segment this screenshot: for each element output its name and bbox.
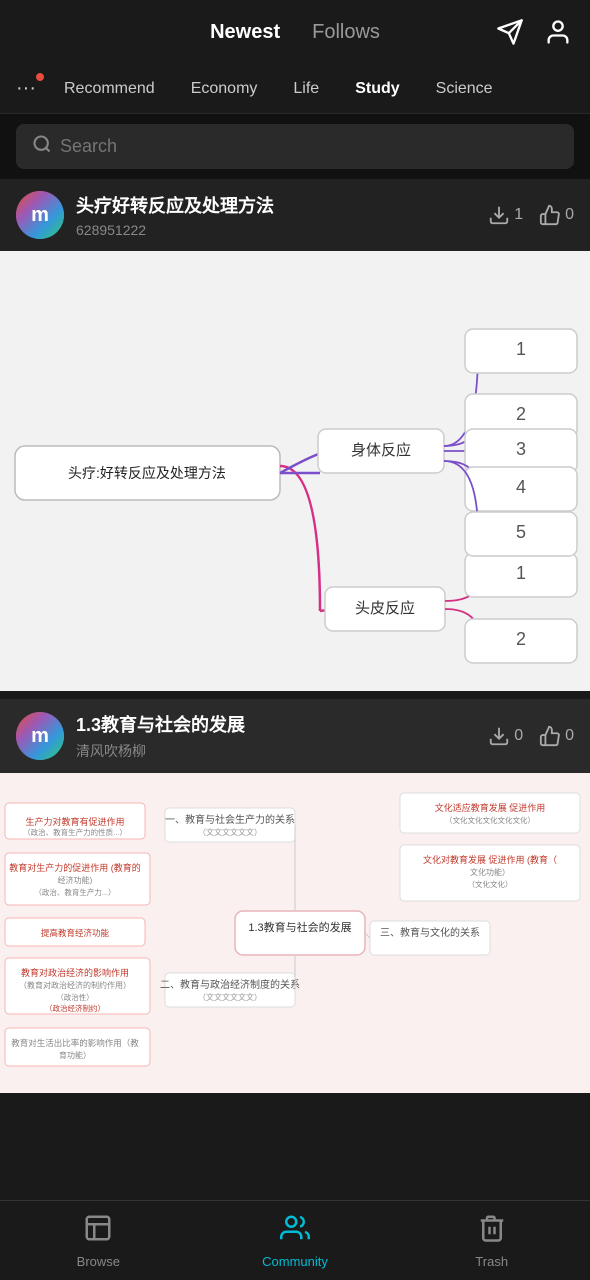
svg-text:（文化文化文化文化文化）: （文化文化文化文化文化） (445, 815, 535, 825)
svg-text:一、教育与社会生产力的关系: 一、教育与社会生产力的关系 (165, 813, 295, 826)
post-1-actions: 1 0 (488, 204, 574, 226)
post-1-author: 628951222 (76, 222, 476, 238)
post-2-download[interactable]: 0 (488, 725, 523, 747)
category-study[interactable]: Study (339, 74, 415, 104)
search-input-wrap[interactable] (16, 124, 574, 169)
category-more-btn[interactable]: ··· (8, 77, 44, 100)
svg-text:三、教育与文化的关系: 三、教育与文化的关系 (380, 926, 480, 939)
search-bar (0, 114, 590, 179)
post-1-meta: 头疗好转反应及处理方法 628951222 (76, 192, 476, 238)
svg-text:头疗:好转反应及处理方法: 头疗:好转反应及处理方法 (68, 465, 226, 481)
notification-dot (36, 73, 44, 81)
post-2-author: 清风吹杨柳 (76, 741, 476, 761)
post-1-like-count: 0 (565, 206, 574, 224)
post-2-actions: 0 0 (488, 725, 574, 747)
svg-text:（政治经济制约）: （政治经济制约） (45, 1003, 105, 1013)
svg-text:1: 1 (516, 339, 526, 359)
header: Newest Follows (0, 0, 590, 64)
post-2-title[interactable]: 1.3教育与社会的发展 (76, 711, 476, 737)
search-input[interactable] (60, 136, 558, 157)
header-tabs: Newest Follows (210, 21, 380, 44)
post-2-header: m 1.3教育与社会的发展 清风吹杨柳 0 0 (0, 699, 590, 773)
svg-text:（政治、教育生产力的性质...）: （政治、教育生产力的性质...） (23, 827, 127, 837)
svg-text:1: 1 (516, 563, 526, 583)
browse-icon (83, 1213, 113, 1250)
post-card-2: m 1.3教育与社会的发展 清风吹杨柳 0 0 (0, 699, 590, 1093)
svg-text:（政治、教育生产力...）: （政治、教育生产力...） (34, 887, 115, 897)
svg-text:文化对教育发展 促进作用 (教育（: 文化对教育发展 促进作用 (教育（ (423, 854, 557, 865)
category-bar: ··· Recommend Economy Life Study Science (0, 64, 590, 114)
svg-text:身体反应: 身体反应 (351, 441, 411, 459)
header-icons (494, 16, 574, 48)
svg-text:提高教育经济功能: 提高教育经济功能 (41, 928, 110, 938)
trash-icon (477, 1213, 507, 1250)
svg-text:生产力对教育有促进作用: 生产力对教育有促进作用 (25, 816, 124, 827)
bottom-nav: Browse Community Trash (0, 1200, 590, 1280)
post-2-meta: 1.3教育与社会的发展 清风吹杨柳 (76, 711, 476, 761)
svg-text:2: 2 (516, 629, 526, 649)
svg-text:头皮反应: 头皮反应 (355, 599, 415, 617)
mindmap-1[interactable]: 头疗:好转反应及处理方法 头皮反应 1 2 头疗:好转反应 (0, 251, 590, 691)
category-science[interactable]: Science (420, 74, 509, 104)
svg-text:m: m (31, 204, 49, 226)
post-1-header: m 头疗好转反应及处理方法 628951222 1 0 (0, 179, 590, 251)
post-1-download[interactable]: 1 (488, 204, 523, 226)
post-1-download-count: 1 (514, 206, 523, 224)
svg-text:文化功能）: 文化功能） (470, 867, 510, 877)
post-2-like-count: 0 (565, 727, 574, 745)
tab-follows[interactable]: Follows (312, 21, 380, 44)
post-2-like[interactable]: 0 (539, 725, 574, 747)
svg-text:教育对生活出比率的影响作用（教: 教育对生活出比率的影响作用（教 (11, 1038, 139, 1048)
svg-text:3: 3 (516, 439, 526, 459)
svg-text:5: 5 (516, 522, 526, 542)
nav-browse-label: Browse (77, 1254, 120, 1269)
svg-text:经济功能): 经济功能) (58, 875, 93, 885)
svg-text:1.3教育与社会的发展: 1.3教育与社会的发展 (248, 920, 351, 934)
post-2-download-count: 0 (514, 727, 523, 745)
category-life[interactable]: Life (277, 74, 335, 104)
nav-community-label: Community (262, 1254, 328, 1269)
svg-text:2: 2 (516, 404, 526, 424)
svg-text:（文化文化）: （文化文化） (468, 879, 513, 889)
svg-text:育功能）: 育功能） (59, 1050, 91, 1060)
search-icon (32, 134, 52, 159)
nav-browse[interactable]: Browse (0, 1213, 197, 1269)
category-recommend[interactable]: Recommend (48, 74, 171, 104)
nav-trash[interactable]: Trash (393, 1213, 590, 1269)
post-1-like[interactable]: 0 (539, 204, 574, 226)
post-1-title[interactable]: 头疗好转反应及处理方法 (76, 192, 476, 218)
svg-text:（文文文文文文）: （文文文文文文） (198, 827, 262, 837)
svg-text:文化适应教育发展 促进作用: 文化适应教育发展 促进作用 (435, 802, 546, 813)
mindmap-2[interactable]: 生产力对教育有促进作用 （政治、教育生产力的性质...） 教育对生产力的促进作用… (0, 773, 590, 1093)
svg-text:（政治性）: （政治性） (56, 992, 94, 1002)
svg-text:（教育对政治经济的制约作用）: （教育对政治经济的制约作用） (19, 980, 131, 990)
send-icon[interactable] (494, 16, 526, 48)
profile-icon[interactable] (542, 16, 574, 48)
nav-community[interactable]: Community (197, 1213, 394, 1269)
more-dots-icon: ··· (16, 77, 36, 100)
nav-trash-label: Trash (475, 1254, 508, 1269)
avatar-2: m (16, 712, 64, 760)
avatar-1: m (16, 191, 64, 239)
community-icon (280, 1213, 310, 1250)
svg-text:教育对政治经济的影响作用: 教育对政治经济的影响作用 (21, 967, 129, 978)
svg-text:教育对生产力的促进作用 (教育的: 教育对生产力的促进作用 (教育的 (9, 862, 141, 873)
svg-text:二、教育与政治经济制度的关系: 二、教育与政治经济制度的关系 (160, 978, 300, 991)
post-card-1: m 头疗好转反应及处理方法 628951222 1 0 (0, 179, 590, 691)
svg-text:4: 4 (516, 477, 526, 497)
svg-text:m: m (31, 725, 49, 747)
tab-newest[interactable]: Newest (210, 21, 280, 44)
svg-text:（文文文文文文）: （文文文文文文） (198, 992, 262, 1002)
category-economy[interactable]: Economy (175, 74, 274, 104)
